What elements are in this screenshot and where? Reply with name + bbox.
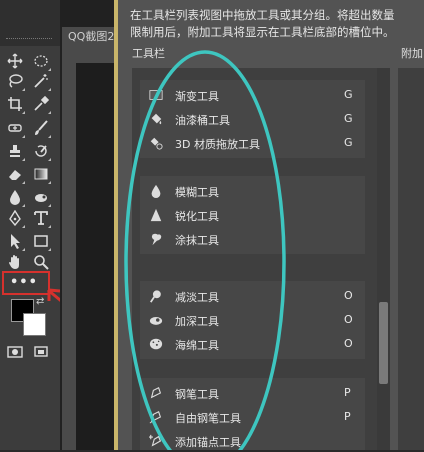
add-anchor-icon	[148, 433, 164, 449]
vertical-ruler	[62, 63, 76, 450]
edit-toolbar-button[interactable]: •••	[2, 271, 50, 295]
tool-shortcut: G	[344, 88, 353, 101]
tool-shortcut: P	[344, 386, 351, 399]
tool-name: 锐化工具	[175, 210, 219, 223]
gradient-icon	[148, 87, 164, 103]
tool-name: 油漆桶工具	[175, 114, 230, 127]
tool-shortcut: G	[344, 112, 353, 125]
clone-stamp-icon[interactable]	[4, 140, 26, 162]
tool-shortcut: O	[344, 289, 353, 302]
scrollbar-thumb[interactable]	[379, 302, 388, 384]
list-item[interactable]: 添加锚点工具	[148, 430, 358, 452]
toolbar-list-label: 工具栏	[132, 47, 165, 60]
sharpen-icon	[148, 207, 164, 223]
list-item[interactable]: 模糊工具	[148, 180, 358, 202]
eyedropper-icon[interactable]	[30, 93, 52, 115]
crop-tool-icon[interactable]	[4, 93, 26, 115]
marquee-tool-icon[interactable]	[30, 50, 52, 72]
freeform-pen-icon	[148, 409, 164, 425]
rectangle-tool-icon[interactable]	[30, 230, 52, 252]
tool-shortcut: P	[344, 410, 351, 423]
pen-icon	[148, 385, 164, 401]
burn-icon	[148, 312, 164, 328]
tool-name: 添加锚点工具	[175, 436, 241, 449]
list-item[interactable]: 油漆桶工具 G	[148, 108, 358, 130]
quick-mask-icon[interactable]	[4, 341, 26, 363]
background-color-swatch[interactable]	[23, 313, 46, 336]
path-selection-icon[interactable]	[4, 230, 26, 252]
list-item[interactable]: 涂抹工具	[148, 228, 358, 250]
tool-group-dodge[interactable]: 减淡工具 O 加深工具 O 海绵工具 O	[140, 281, 365, 359]
list-item[interactable]: 钢笔工具 P	[148, 382, 358, 404]
tool-shortcut: O	[344, 337, 353, 350]
tool-shortcut: O	[344, 313, 353, 326]
tool-name: 减淡工具	[175, 291, 219, 304]
dodge-icon	[148, 288, 164, 304]
hand-tool-icon[interactable]	[4, 251, 26, 273]
list-item[interactable]: 渐变工具 G	[148, 84, 358, 106]
more-icon: •••	[10, 275, 38, 290]
type-tool-icon[interactable]	[30, 207, 52, 229]
tool-name: 涂抹工具	[175, 234, 219, 247]
blur-tool-icon[interactable]	[4, 186, 26, 208]
tool-name: 自由钢笔工具	[175, 412, 241, 425]
paint-bucket-icon	[148, 111, 164, 127]
tool-name: 模糊工具	[175, 186, 219, 199]
tool-group-blur[interactable]: 模糊工具 锐化工具 涂抹工具	[140, 176, 365, 254]
smudge-icon	[148, 231, 164, 247]
zoom-tool-icon[interactable]	[30, 251, 52, 273]
pen-tool-icon[interactable]	[4, 207, 26, 229]
eraser-tool-icon[interactable]	[4, 163, 26, 185]
magic-wand-icon[interactable]	[30, 70, 52, 92]
tool-name: 3D 材质拖放工具	[175, 138, 260, 151]
tool-group-pen[interactable]: 钢笔工具 P 自由钢笔工具 P 添加锚点工具	[140, 378, 365, 450]
list-item[interactable]: 减淡工具 O	[148, 285, 358, 307]
tool-shortcut: G	[344, 136, 353, 149]
blur-icon	[148, 183, 164, 199]
list-item[interactable]: 海绵工具 O	[148, 333, 358, 355]
tool-name: 渐变工具	[175, 90, 219, 103]
material-drop-icon	[148, 135, 164, 151]
tool-group-gradient[interactable]: 渐变工具 G 油漆桶工具 G 3D 材质拖放工具 G	[140, 80, 365, 158]
extra-tools-list	[398, 68, 424, 450]
move-tool-icon[interactable]	[4, 50, 26, 72]
healing-brush-icon[interactable]	[4, 117, 26, 139]
panel-grip[interactable]	[6, 38, 52, 42]
brush-tool-icon[interactable]	[30, 117, 52, 139]
tools-panel: ••• ⇄	[0, 0, 61, 450]
dodge-tool-icon[interactable]	[30, 186, 52, 208]
tool-name: 海绵工具	[175, 339, 219, 352]
tool-name: 加深工具	[175, 315, 219, 328]
list-item[interactable]: 加深工具 O	[148, 309, 358, 331]
history-brush-icon[interactable]	[30, 140, 52, 162]
scrollbar[interactable]	[377, 68, 390, 450]
extra-tools-label: 附加	[401, 47, 423, 60]
list-item[interactable]: 3D 材质拖放工具 G	[148, 132, 358, 154]
tool-name: 钢笔工具	[175, 388, 219, 401]
swap-colors-icon[interactable]: ⇄	[36, 296, 44, 307]
list-item[interactable]: 锐化工具	[148, 204, 358, 226]
lasso-tool-icon[interactable]	[4, 70, 26, 92]
gradient-tool-icon[interactable]	[30, 163, 52, 185]
screen-mode-icon[interactable]	[30, 341, 52, 363]
sponge-icon	[148, 336, 164, 352]
dialog-description: 在工具栏列表视图中拖放工具或其分组。将超出数量限制用后，附加工具将显示在工具栏底…	[130, 8, 395, 39]
list-item[interactable]: 自由钢笔工具 P	[148, 406, 358, 428]
